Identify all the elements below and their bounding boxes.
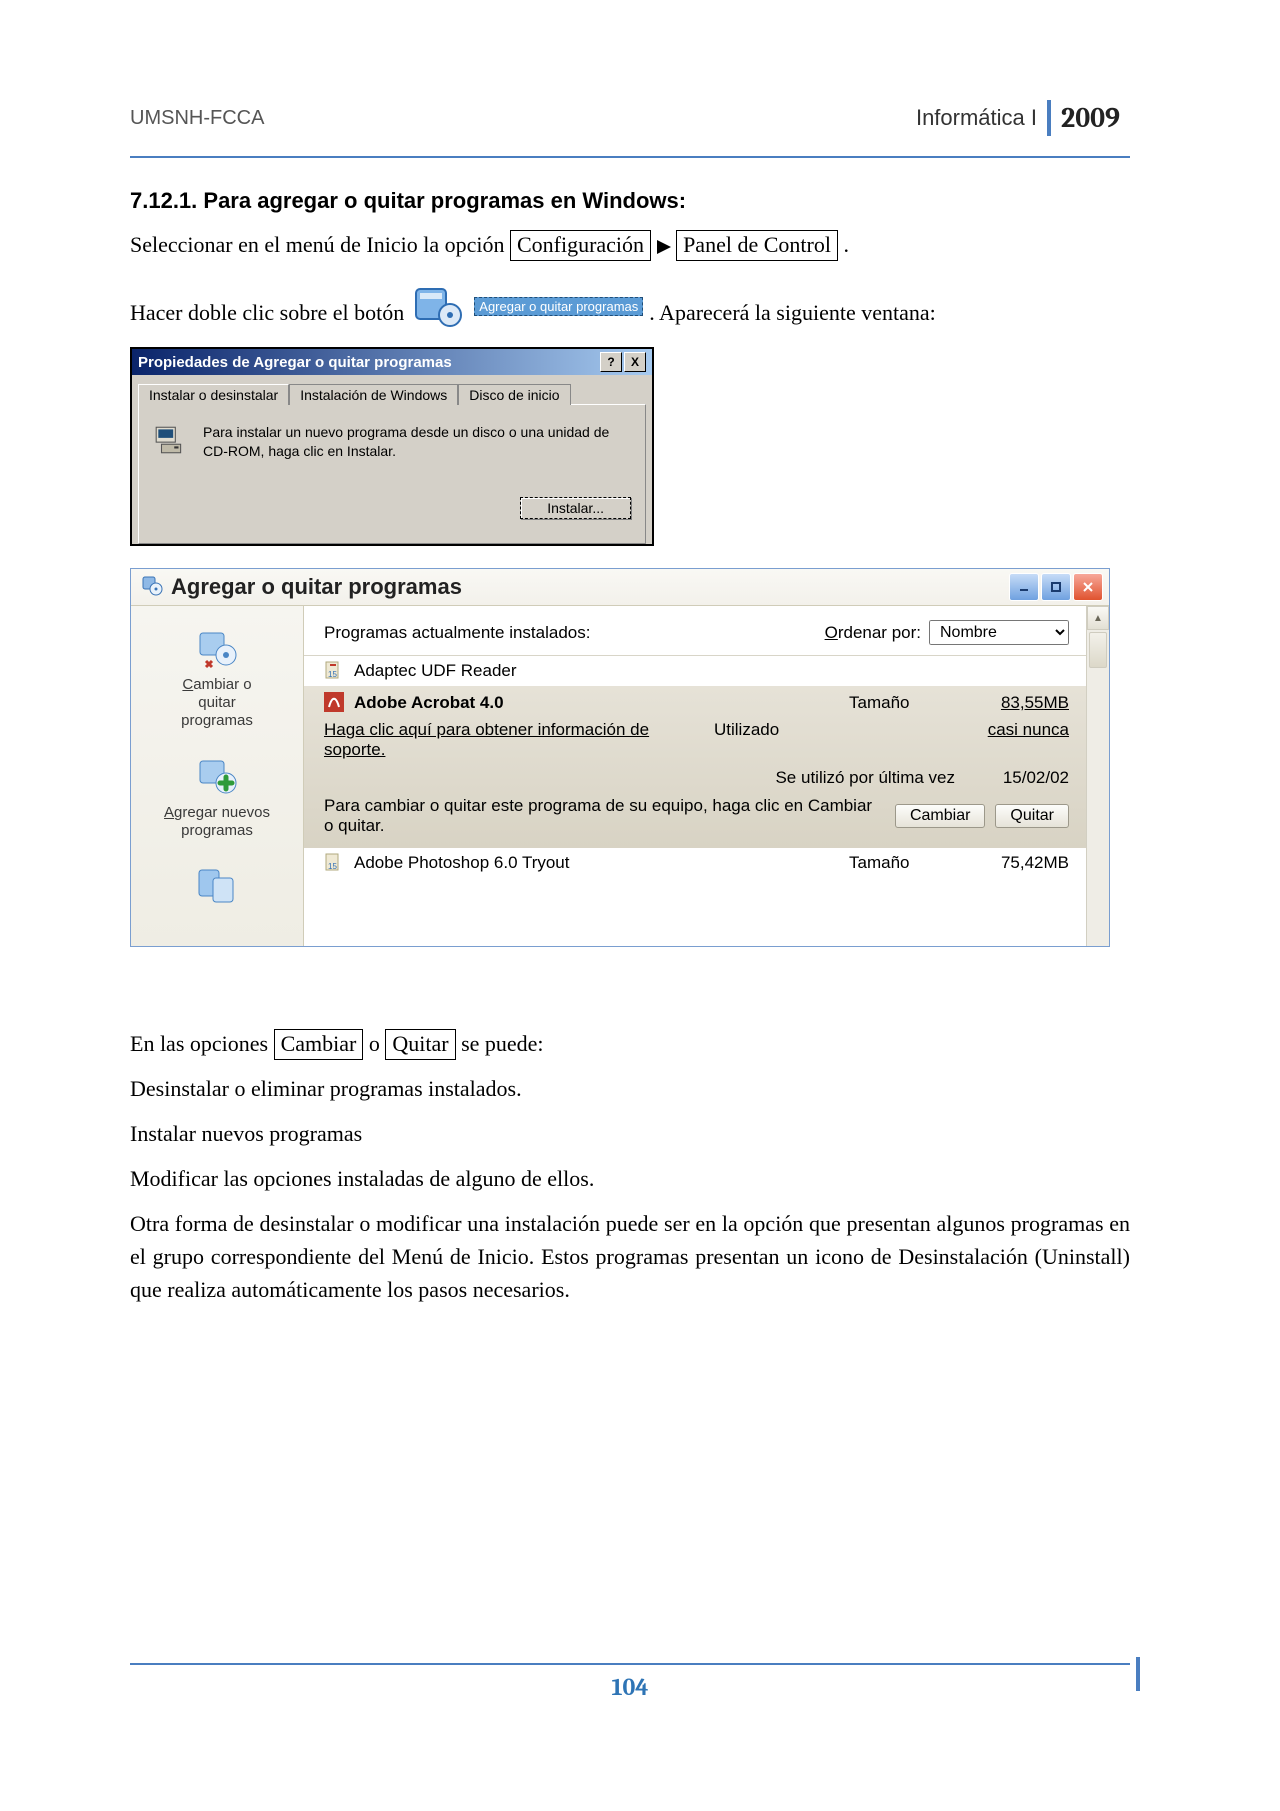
- after1-post: se puede:: [461, 1031, 543, 1056]
- list-item[interactable]: 15 Adaptec UDF Reader: [304, 656, 1109, 686]
- page-header: UMSNH-FCCA Informática I 2009: [130, 100, 1130, 158]
- win98-properties-dialog: Propiedades de Agregar o quitar programa…: [130, 347, 654, 546]
- list-item-selected[interactable]: Adobe Acrobat 4.0 Tamaño 83,55MB Haga cl…: [304, 686, 1109, 848]
- paragraph-install-new: Instalar nuevos programas: [130, 1117, 1130, 1150]
- win98-tab-install[interactable]: Instalar o desinstalar: [138, 384, 289, 405]
- xp-app-icon: [141, 574, 163, 601]
- box-cambiar: Cambiar: [274, 1029, 364, 1060]
- page-number: 104: [130, 1673, 1130, 1701]
- program-icon: 15: [324, 852, 346, 874]
- win98-install-button[interactable]: Instalar...: [520, 497, 631, 519]
- control-panel-button[interactable]: Agregar o quitar programas: [410, 283, 643, 329]
- size-label: Tamaño: [849, 693, 969, 713]
- xp-close-button[interactable]: [1073, 573, 1103, 601]
- paragraph-modify: Modificar las opciones instaladas de alg…: [130, 1162, 1130, 1195]
- xp-sort-label: Ordenar por:: [825, 623, 921, 643]
- program-icon: 15: [324, 660, 346, 682]
- change-remove-text: Para cambiar o quitar este programa de s…: [324, 796, 885, 836]
- xp-scrollbar[interactable]: ▲: [1086, 606, 1109, 946]
- xp-titlebar[interactable]: Agregar o quitar programas: [131, 569, 1109, 606]
- header-course: Informática I: [916, 105, 1047, 131]
- header-year: 2009: [1047, 100, 1130, 136]
- change-remove-icon: [135, 622, 299, 674]
- win98-tabs: Instalar o desinstalar Instalación de Wi…: [132, 375, 652, 404]
- remove-button[interactable]: Quitar: [995, 804, 1069, 828]
- win98-titlebar[interactable]: Propiedades de Agregar o quitar programa…: [132, 349, 652, 375]
- box-cd-icon: [410, 283, 466, 329]
- header-left: UMSNH-FCCA: [130, 107, 264, 130]
- para2-pre: Hacer doble clic sobre el botón: [130, 296, 404, 329]
- para1-period: .: [843, 232, 849, 257]
- used-value: casi nunca: [969, 720, 1069, 760]
- xp-side-add-new[interactable]: Agregar nuevosprogramas: [131, 744, 303, 854]
- acrobat-icon: [324, 692, 346, 714]
- page-footer: 104: [130, 1663, 1130, 1701]
- xp-minimize-button[interactable]: [1009, 573, 1039, 601]
- svg-text:15: 15: [328, 862, 337, 871]
- xp-installed-label: Programas actualmente instalados:: [324, 623, 590, 643]
- size-label: Tamaño: [849, 853, 969, 873]
- xp-side-add-label: Agregar nuevosprogramas: [164, 804, 270, 839]
- triangle-icon: [657, 230, 671, 263]
- scroll-up-icon[interactable]: ▲: [1087, 606, 1109, 630]
- svg-text:15: 15: [328, 670, 337, 679]
- used-label: Utilizado: [704, 720, 969, 760]
- para1-pre: Seleccionar en el menú de Inicio la opci…: [130, 232, 510, 257]
- after1-mid: o: [369, 1031, 386, 1056]
- paragraph-options: En las opciones Cambiar o Quitar se pued…: [130, 1027, 1130, 1060]
- box-configuracion: Configuración: [510, 230, 651, 261]
- section-title: 7.12.1. Para agregar o quitar programas …: [130, 188, 1130, 214]
- xp-side-change-label: Cambiar oquitarprogramas: [181, 676, 253, 729]
- win98-help-button[interactable]: ?: [600, 352, 622, 372]
- xp-title-text: Agregar o quitar programas: [171, 574, 462, 600]
- last-used-value: 15/02/02: [969, 768, 1069, 788]
- size-value: 83,55MB: [969, 693, 1069, 713]
- change-button[interactable]: Cambiar: [895, 804, 985, 828]
- win98-panel-text: Para instalar un nuevo programa desde un…: [203, 423, 631, 461]
- xp-add-remove-window: Agregar o quitar programas: [130, 568, 1110, 947]
- win98-tab-windows-setup[interactable]: Instalación de Windows: [289, 384, 458, 405]
- after1-pre: En las opciones: [130, 1031, 274, 1056]
- para2-post: . Aparecerá la siguiente ventana:: [649, 296, 935, 329]
- xp-side-change-remove[interactable]: Cambiar oquitarprogramas: [131, 616, 303, 744]
- paragraph-uninstall: Desinstalar o eliminar programas instala…: [130, 1072, 1130, 1105]
- xp-maximize-button[interactable]: [1041, 573, 1071, 601]
- xp-sort-select[interactable]: Nombre: [929, 620, 1069, 645]
- win98-title-text: Propiedades de Agregar o quitar programa…: [138, 354, 452, 371]
- program-name: Adobe Photoshop 6.0 Tryout: [354, 853, 849, 873]
- scroll-thumb[interactable]: [1089, 632, 1107, 668]
- xp-sidebar: Cambiar oquitarprogramas Agregar nuevosp…: [131, 606, 304, 946]
- control-panel-tooltip: Agregar o quitar programas: [474, 297, 643, 316]
- xp-side-windows-components[interactable]: [131, 854, 303, 928]
- box-quitar: Quitar: [385, 1029, 455, 1060]
- program-name: Adaptec UDF Reader: [354, 661, 1069, 681]
- selected-name: Adobe Acrobat 4.0: [354, 693, 849, 713]
- win98-tab-startup-disk[interactable]: Disco de inicio: [458, 384, 570, 405]
- paragraph-1: Seleccionar en el menú de Inicio la opci…: [130, 228, 1130, 263]
- win98-panel: Para instalar un nuevo programa desde un…: [138, 404, 646, 544]
- paragraph-alternative: Otra forma de desinstalar o modificar un…: [130, 1207, 1130, 1306]
- paragraph-2-row: Hacer doble clic sobre el botón Agregar …: [130, 283, 1130, 329]
- xp-main: Programas actualmente instalados: Ordena…: [304, 606, 1109, 946]
- list-item[interactable]: 15 Adobe Photoshop 6.0 Tryout Tamaño 75,…: [304, 848, 1109, 878]
- last-used-label: Se utilizó por última vez: [324, 768, 969, 788]
- box-panel-control: Panel de Control: [676, 230, 838, 261]
- add-new-icon: [135, 750, 299, 802]
- win98-close-button[interactable]: X: [624, 352, 646, 372]
- windows-components-icon: [135, 860, 299, 912]
- install-icon: [153, 423, 187, 457]
- xp-program-list: 15 Adaptec UDF Reader Adobe Acrobat 4.0 …: [304, 655, 1109, 878]
- support-link[interactable]: Haga clic aquí para obtener información …: [324, 720, 704, 760]
- size-value: 75,42MB: [969, 853, 1069, 873]
